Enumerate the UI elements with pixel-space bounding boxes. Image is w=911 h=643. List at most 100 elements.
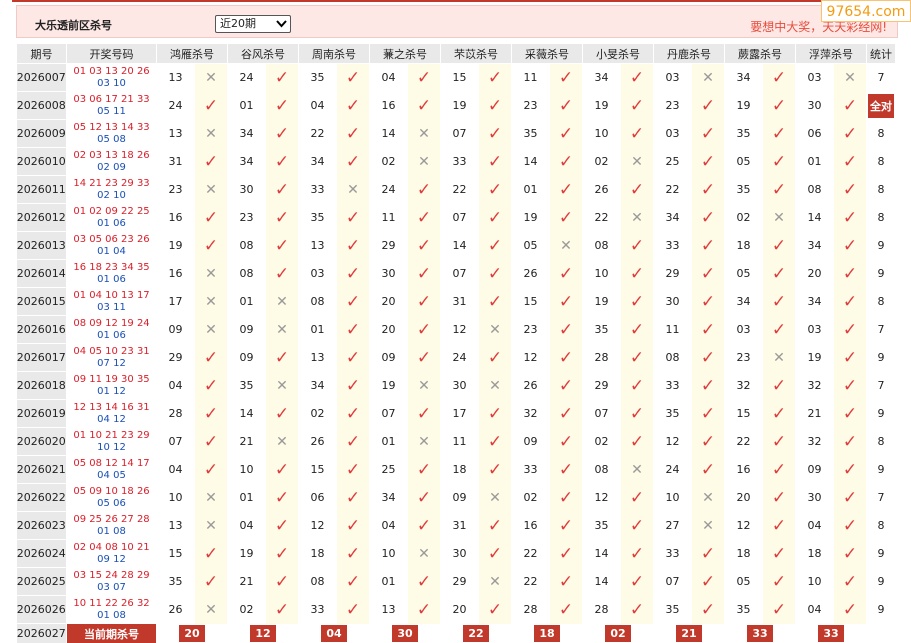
kill-number-cell: 32 xyxy=(511,399,550,428)
check-icon: ✓ xyxy=(842,123,858,144)
front-numbers: 12 13 14 16 31 xyxy=(73,401,150,413)
kill-number-cell: 23 xyxy=(227,203,266,232)
cross-icon: ✕ xyxy=(205,321,217,338)
check-icon: ✓ xyxy=(771,235,787,256)
current-kill-badge: 04 xyxy=(321,625,347,642)
result-mark-cell: ✕ xyxy=(336,175,370,204)
kill-number-cell: 34 xyxy=(369,483,408,512)
check-icon: ✓ xyxy=(771,291,787,312)
kill-number-cell: 34 xyxy=(724,63,763,92)
kill-number-cell: 32 xyxy=(795,371,834,400)
cross-icon: ✕ xyxy=(205,265,217,282)
result-mark-cell: ✓ xyxy=(407,175,441,204)
back-numbers: 01 04 xyxy=(97,245,126,257)
kill-number-cell: 18 xyxy=(440,455,479,484)
result-mark-cell: ✓ xyxy=(478,455,512,484)
check-icon: ✓ xyxy=(771,403,787,424)
kill-number-cell: 20 xyxy=(369,315,408,344)
kill-number-cell: 02 xyxy=(724,203,763,232)
current-kill-value: 33 xyxy=(795,623,867,643)
result-mark-cell: ✓ xyxy=(194,567,228,596)
kill-number-cell: 24 xyxy=(440,343,479,372)
check-icon: ✓ xyxy=(629,599,645,620)
result-mark-cell: ✓ xyxy=(336,315,370,344)
check-icon: ✓ xyxy=(771,179,787,200)
result-mark-cell: ✕ xyxy=(194,287,228,316)
current-kill-badge: 20 xyxy=(179,625,205,642)
cross-icon: ✕ xyxy=(631,209,643,226)
check-icon: ✓ xyxy=(558,375,574,396)
column-header: 浮萍杀号 xyxy=(795,43,867,64)
result-mark-cell: ✓ xyxy=(691,567,725,596)
table-row: 2026025 03 15 24 28 29 03 07 35 ✓ 21 ✓ 08 ✓ 01 ✓ 29… xyxy=(16,567,896,596)
front-numbers: 03 15 24 28 29 xyxy=(73,569,150,581)
cross-icon: ✕ xyxy=(702,517,714,534)
result-mark-cell: ✓ xyxy=(691,595,725,624)
draw-numbers-cell: 16 18 23 34 35 01 06 xyxy=(66,259,157,288)
result-mark-cell: ✓ xyxy=(620,343,654,372)
check-icon: ✓ xyxy=(771,151,787,172)
table-row: 2026022 05 09 10 18 26 05 06 10 ✕ 01 ✓ 06 ✓ 34 ✓ 09… xyxy=(16,483,896,512)
kill-number-cell: 32 xyxy=(795,427,834,456)
stat-cell: 7 xyxy=(866,371,896,400)
result-mark-cell: ✓ xyxy=(407,287,441,316)
result-mark-cell: ✕ xyxy=(691,483,725,512)
result-mark-cell: ✓ xyxy=(265,343,299,372)
kill-number-cell: 33 xyxy=(653,231,692,260)
period-range-select[interactable]: 近20期 xyxy=(215,15,291,33)
period-cell: 2026007 xyxy=(16,63,67,92)
stat-cell: 9 xyxy=(866,399,896,428)
back-numbers: 01 12 xyxy=(97,385,126,397)
table-row: 2026014 16 18 23 34 35 01 06 16 ✕ 08 ✓ 03 ✓ 30 ✓ 07… xyxy=(16,259,896,288)
kill-number-cell: 16 xyxy=(511,511,550,540)
result-mark-cell: ✓ xyxy=(691,119,725,148)
stat-cell: 9 xyxy=(866,259,896,288)
cross-icon: ✕ xyxy=(205,293,217,310)
front-numbers: 05 09 10 18 26 xyxy=(73,485,150,497)
result-mark-cell: ✓ xyxy=(762,287,796,316)
result-mark-cell: ✓ xyxy=(478,343,512,372)
stat-cell: 8 xyxy=(866,511,896,540)
back-numbers: 07 12 xyxy=(97,357,126,369)
result-mark-cell: ✓ xyxy=(833,147,867,176)
site-logo[interactable]: 97654.com xyxy=(821,0,911,22)
kill-number-cell: 03 xyxy=(724,315,763,344)
cross-icon: ✕ xyxy=(702,489,714,506)
current-kill-badge: 18 xyxy=(534,625,560,642)
result-mark-cell: ✓ xyxy=(620,399,654,428)
all-correct-badge: 全对 xyxy=(868,93,894,118)
result-mark-cell: ✓ xyxy=(478,63,512,92)
check-icon: ✓ xyxy=(771,571,787,592)
kill-number-cell: 35 xyxy=(653,595,692,624)
period-cell: 2026010 xyxy=(16,147,67,176)
kill-number-cell: 30 xyxy=(440,539,479,568)
kill-number-cell: 08 xyxy=(227,259,266,288)
check-icon: ✓ xyxy=(700,319,716,340)
kill-number-cell: 19 xyxy=(227,539,266,568)
front-numbers: 02 04 08 10 21 xyxy=(73,541,150,553)
draw-numbers-cell: 05 09 10 18 26 05 06 xyxy=(66,483,157,512)
kill-number-cell: 11 xyxy=(511,63,550,92)
check-icon: ✓ xyxy=(558,347,574,368)
stat-cell: 9 xyxy=(866,539,896,568)
cross-icon: ✕ xyxy=(631,461,643,478)
stat-cell: 9 xyxy=(866,567,896,596)
kill-number-cell: 14 xyxy=(511,147,550,176)
result-mark-cell: ✓ xyxy=(762,455,796,484)
result-mark-cell: ✓ xyxy=(549,567,583,596)
kill-number-cell: 16 xyxy=(156,259,195,288)
table-row: 2026017 04 05 10 23 31 07 12 29 ✓ 09 ✓ 13 ✓ 09 ✓ 24… xyxy=(16,343,896,372)
result-mark-cell: ✓ xyxy=(194,147,228,176)
cross-icon: ✕ xyxy=(276,293,288,310)
result-mark-cell: ✓ xyxy=(478,91,512,120)
kill-number-cell: 21 xyxy=(227,427,266,456)
result-mark-cell: ✓ xyxy=(407,315,441,344)
back-numbers: 03 07 xyxy=(97,581,126,593)
stat-cell: 8 xyxy=(866,427,896,456)
kill-number-table: 期号 开奖号码 鸿雁杀号 谷风杀号 周南杀号 蒹之杀号 芣苡杀号 采薇杀号 小旻杀号 丹鹿杀号 蕨露… xyxy=(16,43,896,643)
table-row: 2026018 09 11 19 30 35 01 12 04 ✓ 35 ✕ 34 ✓ 19 ✕ 30… xyxy=(16,371,896,400)
kill-number-cell: 04 xyxy=(795,595,834,624)
kill-number-cell: 35 xyxy=(582,511,621,540)
result-mark-cell: ✓ xyxy=(265,483,299,512)
result-mark-cell: ✓ xyxy=(336,567,370,596)
